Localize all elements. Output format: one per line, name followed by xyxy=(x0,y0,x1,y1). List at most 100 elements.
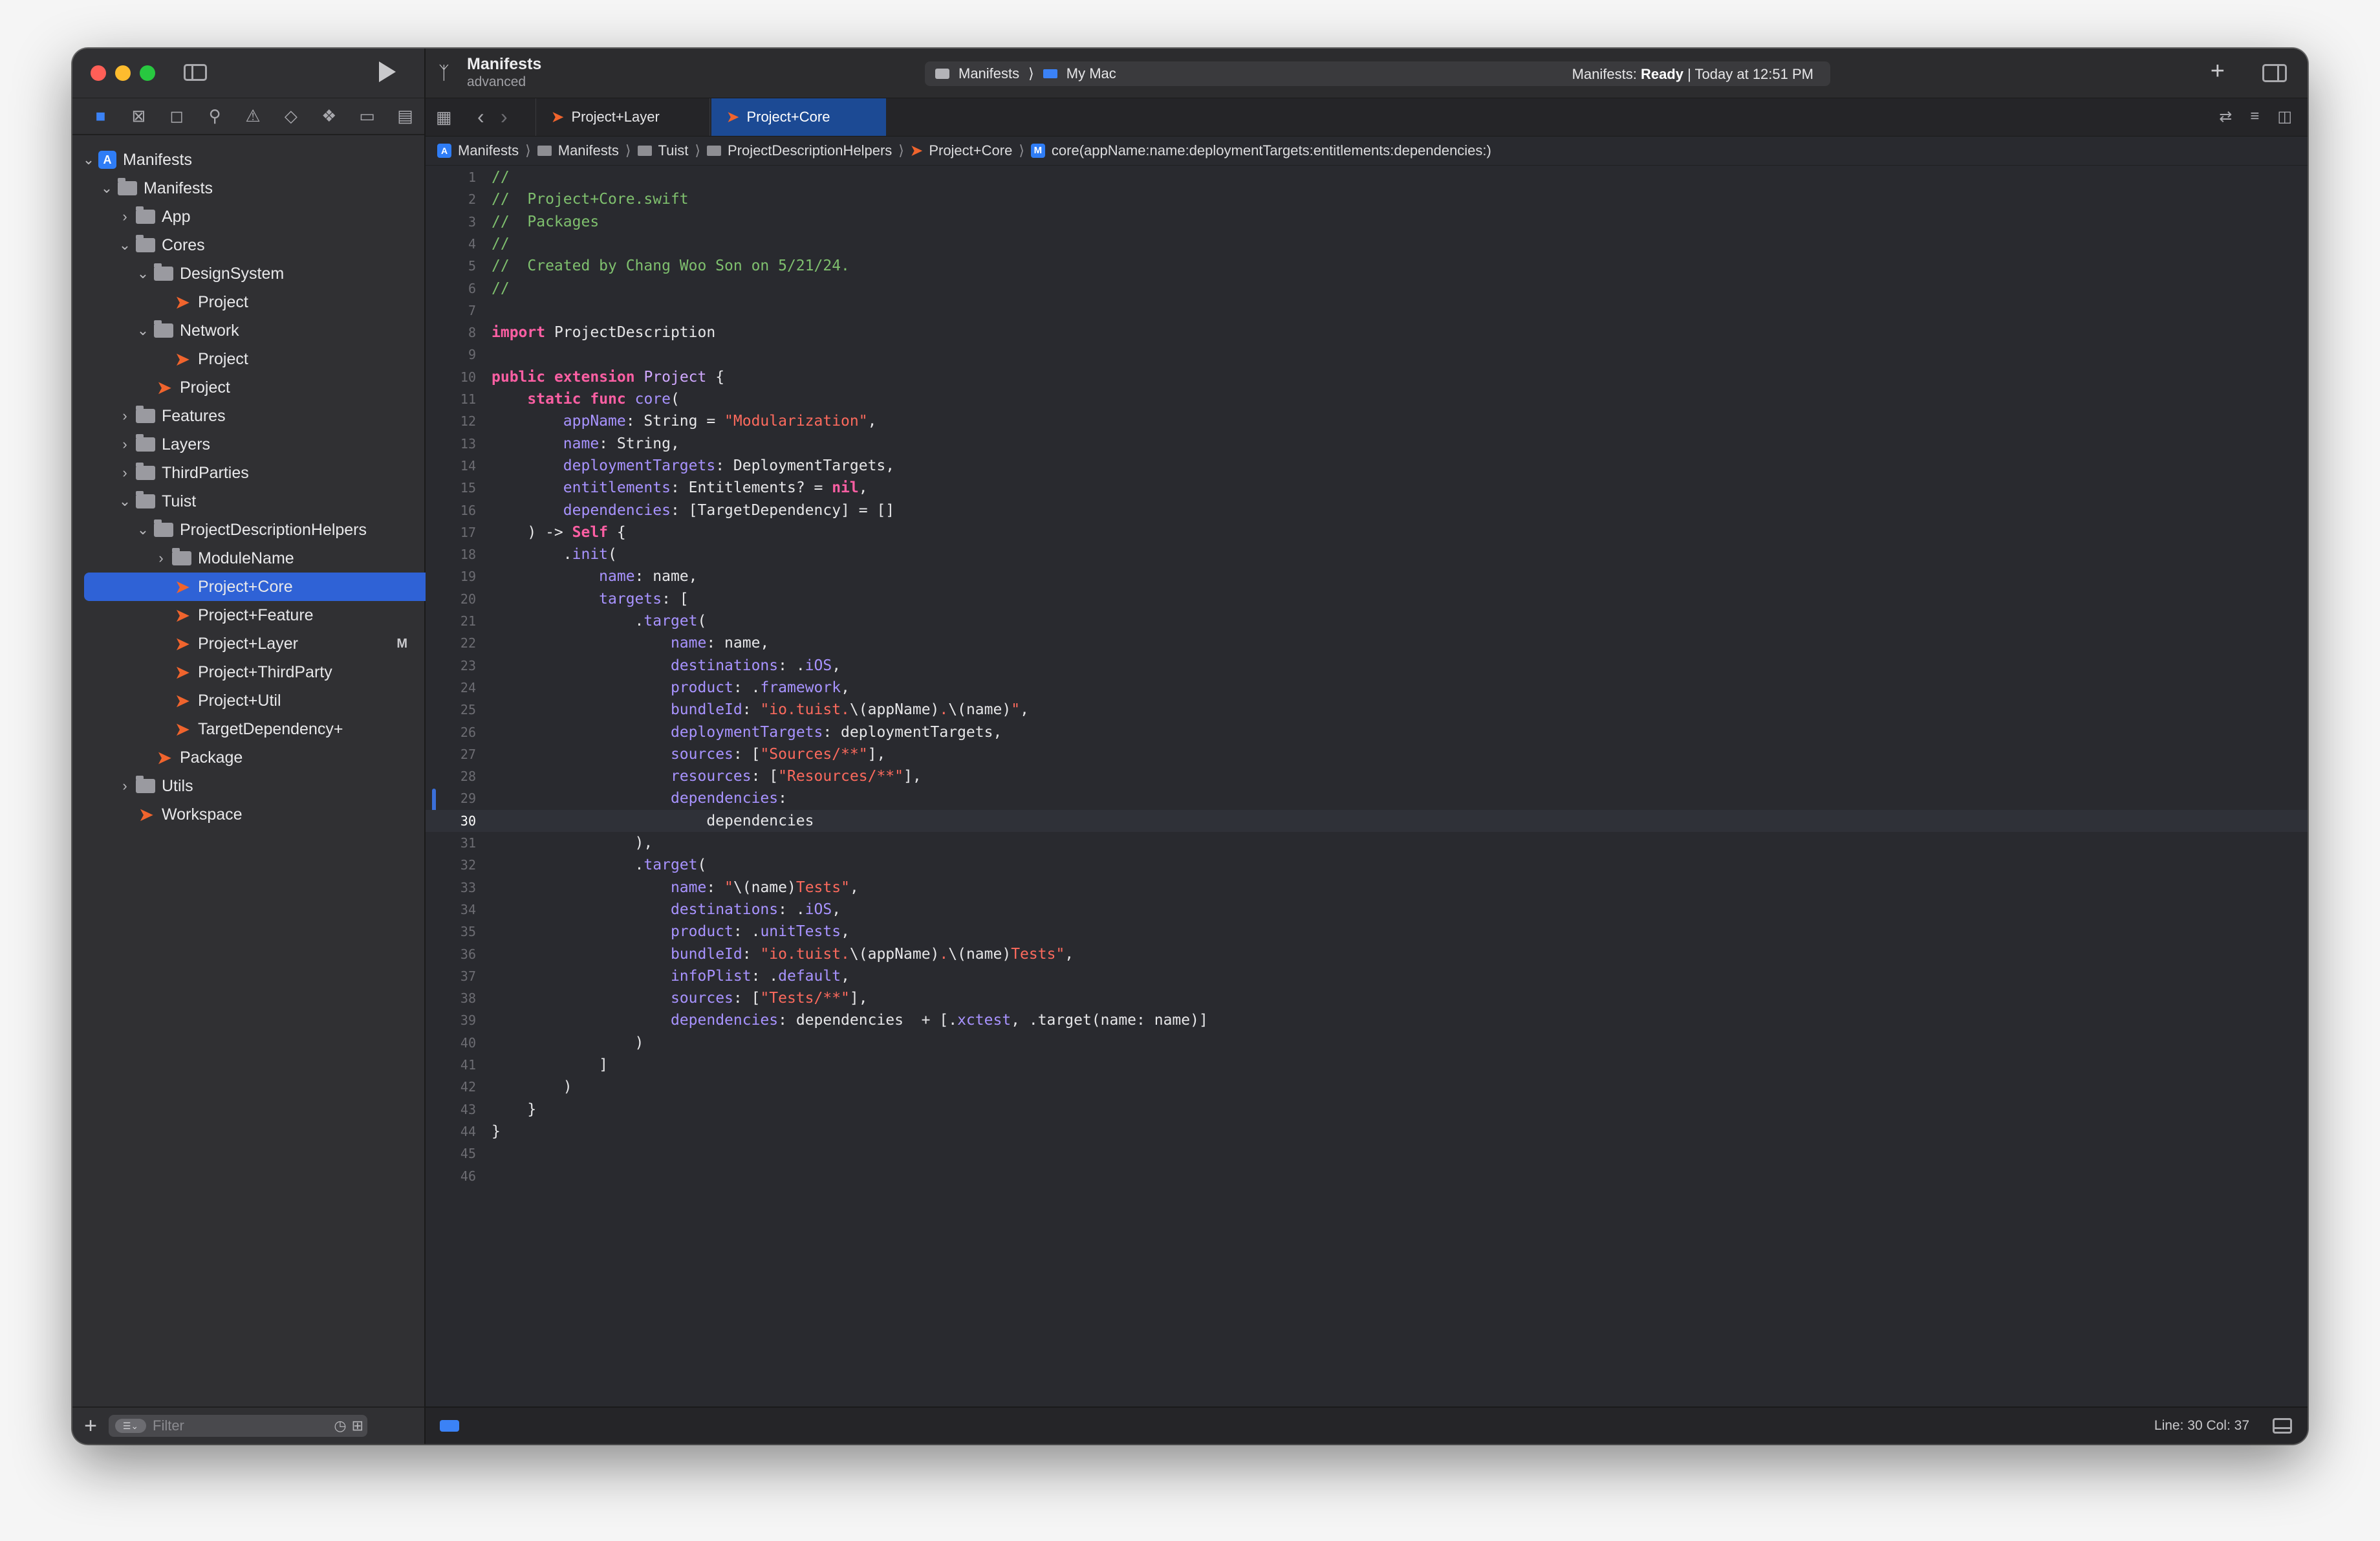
issue-navigator-icon[interactable]: ⚠ xyxy=(234,104,272,129)
breakpoint-navigator-icon[interactable]: ▭ xyxy=(348,104,386,129)
navigator-item[interactable]: ➤ Project+Layer M xyxy=(72,629,424,658)
code-line[interactable]: 23 destinations: .iOS, xyxy=(426,655,2308,677)
navigator-item[interactable]: ➤ Project xyxy=(72,373,424,402)
disclosure-chevron-down-icon[interactable]: ⌄ xyxy=(136,265,150,282)
navigator-item[interactable]: › Layers xyxy=(72,430,424,459)
toggle-inspector-icon[interactable] xyxy=(2262,64,2287,82)
navigator-item[interactable]: ➤ Package xyxy=(72,743,424,772)
navigator-item[interactable]: ➤ Workspace xyxy=(72,800,424,829)
disclosure-chevron-down-icon[interactable]: ⌄ xyxy=(118,493,132,510)
navigator-item[interactable]: ⌄ Tuist xyxy=(72,487,424,516)
code-line[interactable]: 12 appName: String = "Modularization", xyxy=(426,410,2308,432)
code-line[interactable]: 26 deploymentTargets: deploymentTargets, xyxy=(426,721,2308,743)
disclosure-chevron-right-icon[interactable]: › xyxy=(118,208,132,225)
branch-icon[interactable]: ᛉ xyxy=(438,63,449,83)
code-line[interactable]: 4 // xyxy=(426,233,2308,255)
bookmark-navigator-icon[interactable]: ◻ xyxy=(158,104,196,129)
disclosure-chevron-down-icon[interactable]: ⌄ xyxy=(81,151,96,168)
toggle-debug-area-icon[interactable] xyxy=(2273,1418,2292,1434)
jump-bar-item[interactable]: core(appName:name:deploymentTargets:enti… xyxy=(1052,142,1491,159)
jump-bar-item[interactable]: Project+Core xyxy=(929,142,1012,159)
navigator-item[interactable]: › App xyxy=(72,202,424,231)
code-line[interactable]: 19 name: name, xyxy=(426,565,2308,587)
test-navigator-icon[interactable]: ◇ xyxy=(272,104,310,129)
code-line[interactable]: 33 name: "\(name)Tests", xyxy=(426,877,2308,899)
navigator-filter-input[interactable]: ☰⌄ Filter ◷ ⊞ xyxy=(109,1415,367,1437)
editor-options-icon[interactable]: ≡ xyxy=(2250,107,2259,126)
code-line[interactable]: 36 bundleId: "io.tuist.\(appName).\(name… xyxy=(426,943,2308,965)
code-line[interactable]: 11 static func core( xyxy=(426,388,2308,410)
navigator-item[interactable]: ⌄ Manifests xyxy=(72,174,424,202)
code-line[interactable]: 32 .target( xyxy=(426,854,2308,876)
code-line[interactable]: 20 targets: [ xyxy=(426,588,2308,610)
jump-bar-item[interactable]: Manifests xyxy=(458,142,519,159)
navigator-item[interactable]: › ThirdParties xyxy=(72,459,424,487)
code-line[interactable]: 38 sources: ["Tests/**"], xyxy=(426,987,2308,1009)
disclosure-chevron-down-icon[interactable]: ⌄ xyxy=(136,521,150,538)
code-line[interactable]: 28 resources: ["Resources/**"], xyxy=(426,765,2308,787)
navigator-item[interactable]: ⌄ ProjectDescriptionHelpers xyxy=(72,516,424,544)
code-line[interactable]: 43 } xyxy=(426,1098,2308,1120)
navigator-item[interactable]: ➤Project+CoreM xyxy=(84,573,482,601)
navigator-item[interactable]: › Utils xyxy=(72,772,424,800)
source-control-navigator-icon[interactable]: ⊠ xyxy=(120,104,158,129)
code-line[interactable]: 13 name: String, xyxy=(426,433,2308,455)
code-line[interactable]: 27 sources: ["Sources/**"], xyxy=(426,743,2308,765)
code-line[interactable]: 15 entitlements: Entitlements? = nil, xyxy=(426,477,2308,499)
navigator-item[interactable]: › Features xyxy=(72,402,424,430)
code-line[interactable]: 31 ), xyxy=(426,832,2308,854)
code-line[interactable]: 16 dependencies: [TargetDependency] = [] xyxy=(426,499,2308,521)
code-line[interactable]: 41 ] xyxy=(426,1054,2308,1076)
code-line[interactable]: 44} xyxy=(426,1120,2308,1142)
code-line[interactable]: 46 xyxy=(426,1165,2308,1187)
navigator-item[interactable]: ⌄ Cores xyxy=(72,231,424,259)
disclosure-chevron-down-icon[interactable]: ⌄ xyxy=(136,322,150,339)
code-line[interactable]: 42 ) xyxy=(426,1076,2308,1098)
code-line[interactable]: 6 // xyxy=(426,278,2308,300)
code-line[interactable]: 9 xyxy=(426,344,2308,366)
debug-area-indicator-icon[interactable] xyxy=(440,1420,459,1432)
navigator-item[interactable]: ⌄ DesignSystem xyxy=(72,259,424,288)
run-button[interactable] xyxy=(379,61,396,82)
switch-editor-icon[interactable]: ⇄ xyxy=(2219,107,2232,126)
code-line[interactable]: 34 destinations: .iOS, xyxy=(426,899,2308,921)
run-destination[interactable]: My Mac xyxy=(1066,65,1116,82)
navigator-item[interactable]: ➤ TargetDependency+ xyxy=(72,715,424,743)
tab-project-layer[interactable]: ➤ Project+Layer xyxy=(536,98,710,136)
add-file-button[interactable]: + xyxy=(72,1414,109,1439)
navigator-item[interactable]: ⌄ Network xyxy=(72,316,424,345)
code-line[interactable]: 30 dependencies xyxy=(426,809,2308,832)
disclosure-chevron-right-icon[interactable]: › xyxy=(154,550,168,567)
library-plus-button[interactable]: + xyxy=(2211,58,2225,85)
code-line[interactable]: 45 xyxy=(426,1142,2308,1164)
code-line[interactable]: 7 xyxy=(426,300,2308,322)
code-line[interactable]: 40 ) xyxy=(426,1032,2308,1054)
navigator-item[interactable]: › ModuleName xyxy=(72,544,424,573)
go-forward-chevron-icon[interactable]: › xyxy=(501,105,508,129)
disclosure-chevron-right-icon[interactable]: › xyxy=(118,436,132,453)
jump-bar-item[interactable]: ProjectDescriptionHelpers xyxy=(728,142,892,159)
close-window-button[interactable] xyxy=(91,65,106,81)
related-items-grid-icon[interactable]: ▦ xyxy=(436,107,452,127)
report-navigator-icon[interactable]: ▤ xyxy=(386,104,424,129)
jump-bar-item[interactable]: Tuist xyxy=(658,142,689,159)
code-line[interactable]: 35 product: .unitTests, xyxy=(426,921,2308,943)
code-line[interactable]: 8 import ProjectDescription xyxy=(426,322,2308,344)
tab-project-core[interactable]: ➤ Project+Core xyxy=(711,98,886,136)
debug-navigator-icon[interactable]: ❖ xyxy=(310,104,348,129)
navigator-item[interactable]: ➤ Project xyxy=(72,345,424,373)
disclosure-chevron-right-icon[interactable]: › xyxy=(118,408,132,424)
code-line[interactable]: 21 .target( xyxy=(426,610,2308,632)
code-line[interactable]: 39 dependencies: dependencies + [.xctest… xyxy=(426,1009,2308,1031)
navigator-item[interactable]: ➤ Project+Feature xyxy=(72,601,424,629)
minimize-window-button[interactable] xyxy=(115,65,131,81)
toggle-navigator-icon[interactable] xyxy=(184,64,207,81)
filter-options-icon[interactable]: ☰⌄ xyxy=(115,1419,146,1433)
source-control-filter-icon[interactable]: ⊞ xyxy=(352,1417,363,1434)
navigator-item[interactable]: ➤ Project+Util xyxy=(72,686,424,715)
jump-bar-item[interactable]: Manifests xyxy=(558,142,619,159)
disclosure-chevron-right-icon[interactable]: › xyxy=(118,778,132,794)
navigator-item[interactable]: ⌄ A Manifests xyxy=(72,146,424,174)
project-navigator-icon[interactable]: ■ xyxy=(81,104,120,129)
navigator-item[interactable]: ➤ Project+ThirdParty xyxy=(72,658,424,686)
